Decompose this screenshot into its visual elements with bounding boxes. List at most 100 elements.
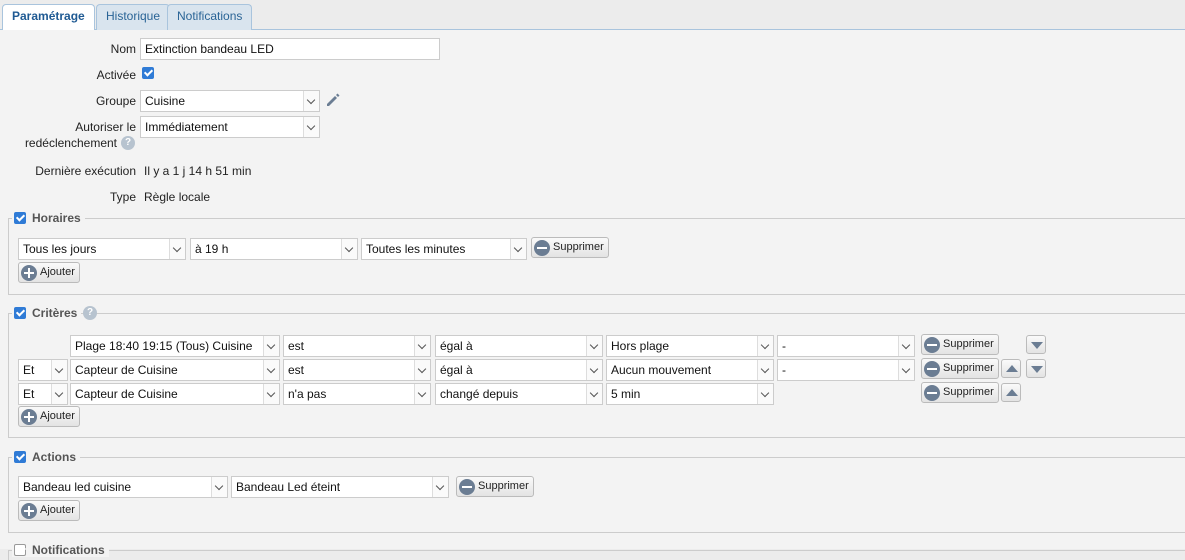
select-value: Capteur de Cuisine — [75, 387, 178, 401]
plus-icon — [21, 409, 37, 425]
criteres-legend: Critères — [12, 306, 82, 320]
move-down-button[interactable] — [1026, 335, 1046, 354]
groupe-select[interactable]: Cuisine — [140, 90, 320, 112]
button-label: Ajouter — [40, 410, 75, 422]
move-up-button[interactable] — [1001, 359, 1021, 378]
move-down-button[interactable] — [1026, 359, 1046, 378]
critere-3-subject-select[interactable]: Capteur de Cuisine — [70, 383, 280, 405]
critere-2-verb-select[interactable]: est — [283, 359, 431, 381]
button-label: Supprimer — [478, 480, 529, 492]
chevron-down-icon — [757, 336, 773, 356]
select-value: Et — [23, 363, 35, 377]
horaires-delete-button[interactable]: Supprimer — [531, 237, 609, 258]
notifications-legend: Notifications — [12, 543, 109, 557]
button-label: Supprimer — [943, 386, 994, 398]
select-value: Bandeau led cuisine — [23, 480, 132, 494]
minus-icon — [534, 240, 550, 256]
autoriser-select[interactable]: Immédiatement — [140, 116, 320, 138]
horaires-add-button[interactable]: Ajouter — [18, 262, 80, 283]
derniere-label: Dernière exécution — [35, 164, 136, 178]
critere-2-op-select[interactable]: égal à — [435, 359, 603, 381]
critere-1-op-select[interactable]: égal à — [435, 335, 603, 357]
select-value: 5 min — [611, 387, 641, 401]
actions-add-button[interactable]: Ajouter — [18, 500, 80, 521]
critere-1-verb-select[interactable]: est — [283, 335, 431, 357]
select-value: changé depuis — [440, 387, 519, 401]
critere-1-value-select[interactable]: Hors plage — [606, 335, 774, 357]
critere-3-delete-button[interactable]: Supprimer — [921, 382, 999, 403]
help-icon[interactable]: ? — [121, 136, 135, 150]
critere-2-value-select[interactable]: Aucun mouvement — [606, 359, 774, 381]
minus-icon — [459, 479, 475, 495]
minus-icon — [924, 385, 940, 401]
select-value: est — [288, 363, 305, 377]
groupe-label: Groupe — [95, 94, 136, 108]
type-value: Règle locale — [144, 190, 211, 204]
critere-2-delete-button[interactable]: Supprimer — [921, 358, 999, 379]
select-value: - — [782, 363, 786, 377]
notifications-checkbox[interactable] — [14, 544, 26, 556]
tab-historique[interactable]: Historique — [96, 4, 171, 30]
action-device-select[interactable]: Bandeau led cuisine — [18, 476, 228, 498]
horaires-checkbox[interactable] — [14, 212, 26, 224]
select-value: est — [288, 339, 305, 353]
chevron-down-icon — [341, 239, 357, 259]
tab-notifications[interactable]: Notifications — [167, 4, 253, 30]
criteres-title: Critères — [32, 306, 78, 320]
chevron-down-icon — [510, 239, 526, 259]
criteres-add-button[interactable]: Ajouter — [18, 406, 80, 427]
select-value: Aucun mouvement — [611, 363, 712, 377]
select-value: égal à — [440, 363, 473, 377]
chevron-down-icon — [414, 336, 430, 356]
notifications-title: Notifications — [32, 543, 105, 557]
critere-3-value-select[interactable]: 5 min — [606, 383, 774, 405]
critere-2-extra-select[interactable]: - — [777, 359, 915, 381]
tab-parametrage[interactable]: Paramétrage — [2, 4, 95, 31]
critere-2-conj-select[interactable]: Et — [18, 359, 68, 381]
critere-3-conj-select[interactable]: Et — [18, 383, 68, 405]
notifications-section — [8, 550, 1185, 560]
select-value: Plage 18:40 19:15 (Tous) Cuisine — [75, 339, 253, 353]
select-value: à 19 h — [195, 242, 229, 256]
actions-legend: Actions — [12, 450, 81, 464]
pencil-icon[interactable] — [324, 91, 342, 109]
plus-icon — [21, 265, 37, 281]
select-value: Capteur de Cuisine — [75, 363, 178, 377]
critere-3-verb-select[interactable]: n'a pas — [283, 383, 431, 405]
minus-icon — [924, 337, 940, 353]
horaires-hour-select[interactable]: à 19 h — [190, 238, 358, 260]
chevron-down-icon — [263, 336, 279, 356]
critere-1-delete-button[interactable]: Supprimer — [921, 334, 999, 355]
horaires-frequency-select[interactable]: Tous les jours — [18, 238, 186, 260]
actions-checkbox[interactable] — [14, 451, 26, 463]
chevron-down-icon — [169, 239, 185, 259]
select-value: égal à — [440, 339, 473, 353]
select-value: Tous les jours — [23, 242, 97, 256]
select-value: Bandeau Led éteint — [236, 480, 341, 494]
critere-2-subject-select[interactable]: Capteur de Cuisine — [70, 359, 280, 381]
criteres-checkbox[interactable] — [14, 307, 26, 319]
move-up-button[interactable] — [1001, 383, 1021, 402]
button-label: Ajouter — [40, 266, 75, 278]
button-label: Ajouter — [40, 504, 75, 516]
button-label: Supprimer — [553, 241, 604, 253]
critere-3-op-select[interactable]: changé depuis — [435, 383, 603, 405]
select-value: - — [782, 339, 786, 353]
horaires-title: Horaires — [32, 211, 81, 225]
chevron-down-icon — [303, 117, 319, 137]
chevron-down-icon — [898, 360, 914, 380]
groupe-value: Cuisine — [145, 94, 186, 108]
critere-1-extra-select[interactable]: - — [777, 335, 915, 357]
chevron-down-icon — [51, 360, 67, 380]
nom-label: Nom — [110, 42, 136, 56]
action-delete-button[interactable]: Supprimer — [456, 476, 534, 497]
chevron-down-icon — [414, 384, 430, 404]
autoriser-label-1: Autoriser le — [75, 120, 136, 134]
help-icon[interactable]: ? — [83, 306, 97, 320]
nom-input[interactable]: Extinction bandeau LED — [140, 38, 440, 60]
activee-checkbox[interactable] — [142, 67, 154, 79]
critere-1-subject-select[interactable]: Plage 18:40 19:15 (Tous) Cuisine — [70, 335, 280, 357]
horaires-minutes-select[interactable]: Toutes les minutes — [361, 238, 527, 260]
chevron-down-icon — [211, 477, 227, 497]
action-state-select[interactable]: Bandeau Led éteint — [231, 476, 449, 498]
